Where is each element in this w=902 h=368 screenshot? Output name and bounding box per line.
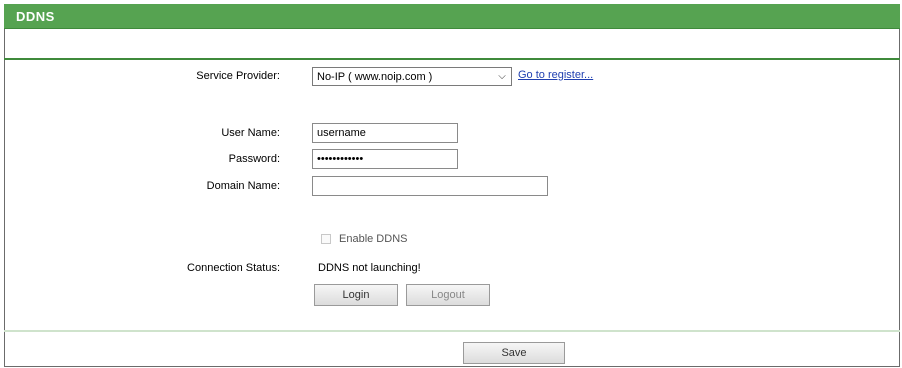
- username-label: User Name:: [221, 127, 280, 139]
- connection-status-label: Connection Status:: [187, 262, 280, 274]
- page-title: DDNS: [16, 9, 55, 24]
- enable-ddns-label: Enable DDNS: [339, 233, 408, 245]
- save-button[interactable]: Save: [463, 342, 565, 364]
- enable-ddns-checkbox[interactable]: [321, 234, 331, 244]
- service-provider-label: Service Provider:: [196, 70, 280, 82]
- username-input[interactable]: [312, 123, 458, 143]
- go-to-register-link[interactable]: Go to register...: [518, 69, 593, 81]
- domain-name-label: Domain Name:: [206, 180, 280, 192]
- connection-status-value: DDNS not launching!: [318, 262, 421, 274]
- chevron-down-icon: ⌵: [498, 71, 506, 82]
- login-button[interactable]: Login: [314, 284, 398, 306]
- header-divider: [4, 58, 900, 60]
- service-provider-value: No-IP ( www.noip.com ): [317, 71, 433, 83]
- logout-button[interactable]: Logout: [406, 284, 490, 306]
- panel-header: DDNS: [4, 4, 900, 29]
- footer-divider: [4, 330, 900, 332]
- password-label: Password:: [228, 153, 280, 165]
- service-provider-select[interactable]: No-IP ( www.noip.com ) ⌵: [312, 67, 512, 86]
- domain-name-input[interactable]: [312, 176, 548, 196]
- password-input[interactable]: [312, 149, 458, 169]
